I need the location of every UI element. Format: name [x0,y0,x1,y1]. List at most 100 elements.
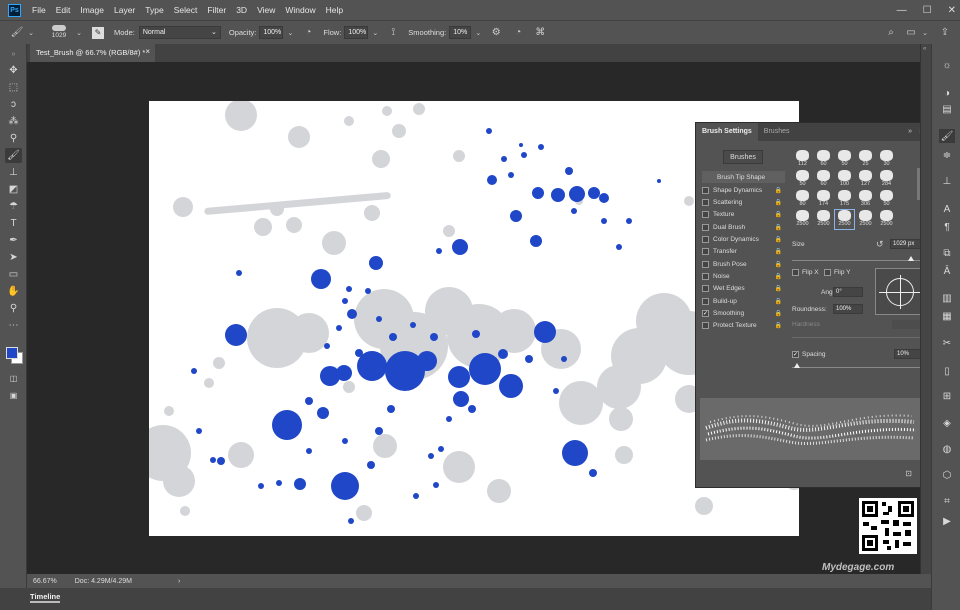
brush-settings-panel-icon[interactable]: 🖌 [939,129,955,143]
checkbox[interactable] [702,235,709,243]
panel-expand-icon[interactable]: « [923,46,926,52]
smoothing-chevron-icon[interactable]: ⌄ [471,26,485,40]
opacity-chevron-icon[interactable]: ⌄ [283,26,297,40]
mode-select[interactable]: Normal ⌄ [138,26,221,39]
close-button[interactable]: ✕ [948,5,956,16]
lock-icon[interactable]: 🔒 [775,236,782,243]
path-selection-tool-icon[interactable]: ➤ [5,250,22,265]
airbrush-icon[interactable]: ⟟ [386,26,400,40]
checkbox[interactable] [702,247,709,255]
document-tab[interactable]: Test_Brush @ 66.7% (RGB/8#) * × [30,44,155,62]
angle-input[interactable]: 0° [833,287,863,297]
clone-source-icon[interactable]: ⊥ [939,174,955,188]
option-brush-tip-shape[interactable]: Brush Tip Shape [702,171,785,183]
option-shape-dynamics[interactable]: Shape Dynamics 🔒 [702,184,785,196]
opacity-input[interactable]: 100% [259,26,284,39]
tab-timeline[interactable]: Timeline [30,592,61,603]
smoothing-input[interactable]: 10% [449,26,472,39]
brush-tip-cell[interactable]: 80 [793,190,812,209]
flip-y-checkbox[interactable] [824,269,831,276]
brush-tip-cell[interactable]: 284 [877,170,896,189]
adjustments-icon[interactable]: ≑ [939,148,955,162]
menu-filter[interactable]: Filter [202,5,231,15]
quick-mask-icon[interactable]: ◫ [5,371,22,386]
character-icon[interactable]: A [939,202,955,216]
menu-select[interactable]: Select [169,5,203,15]
lasso-tool-icon[interactable]: ↄ [5,97,22,112]
smudge-tool-icon[interactable]: ☂ [5,199,22,214]
brush-tip-cell[interactable]: 174 [814,190,833,209]
play-actions-icon[interactable]: ▶ [939,514,955,528]
smoothing-options-gear-icon[interactable]: ⚙ [489,26,503,40]
flip-y-control[interactable]: Flip Y [824,269,851,276]
foreground-color-swatch[interactable] [6,347,18,359]
spacing-control[interactable]: ✓ Spacing [792,351,826,358]
tab-brushes[interactable]: Brushes [758,123,796,141]
minimize-button[interactable]: — [897,5,907,16]
new-brush-icon[interactable]: ⊡ [905,469,912,478]
option-smoothing[interactable]: ✓ Smoothing 🔒 [702,307,785,319]
spacing-slider-track[interactable] [792,367,922,368]
info-icon[interactable]: ▦ [939,309,955,323]
panel-collapse-icon[interactable]: » [908,128,912,135]
swatches-icon[interactable]: ▤ [939,102,955,116]
angle-roundness-widget[interactable] [875,268,924,315]
search-icon[interactable]: ⌕ [884,26,898,40]
lock-icon[interactable]: 🔒 [775,273,782,280]
menu-layer[interactable]: Layer [109,5,140,15]
checkbox[interactable] [702,272,709,280]
checkbox[interactable] [702,284,709,292]
menu-type[interactable]: Type [140,5,168,15]
tab-brush-settings[interactable]: Brush Settings [696,123,758,141]
pressure-opacity-icon[interactable]: ◔ [301,26,315,40]
history-icon[interactable]: ▯ [939,364,955,378]
lock-icon[interactable]: 🔒 [775,187,782,194]
panel-collapse-icon[interactable]: » [5,47,22,62]
zoom-level[interactable]: 66.67% [33,578,57,585]
timeline-icon[interactable]: ⊞ [939,389,955,403]
stamp-tool-icon[interactable]: ⊥ [5,165,22,180]
marquee-tool-icon[interactable]: ⬚ [5,80,22,95]
paragraph-icon[interactable]: ¶ [939,220,955,234]
lock-icon[interactable]: 🔒 [775,298,782,305]
screen-mode-icon[interactable]: ▣ [5,388,22,403]
eraser-tool-icon[interactable]: ◩ [5,182,22,197]
collapsed-panel-strip[interactable]: « [920,44,931,588]
brush-preset-picker[interactable]: 1029 [46,25,72,40]
brush-tip-cell[interactable]: 127 [856,170,875,189]
option-texture[interactable]: Texture 🔒 [702,208,785,220]
checkbox[interactable] [702,198,709,206]
flow-input[interactable]: 100% [344,26,369,39]
maximize-button[interactable]: ☐ [923,5,932,16]
checkbox[interactable] [702,297,709,305]
pressure-size-icon[interactable]: ◔ [511,26,525,40]
option-brush-pose[interactable]: Brush Pose 🔒 [702,258,785,270]
more-tools-icon[interactable]: ⋯ [5,318,22,333]
brush-tip-cell[interactable]: 50 [793,170,812,189]
checkbox[interactable] [702,260,709,268]
brush-tip-cell[interactable]: 175 [835,190,854,209]
hand-tool-icon[interactable]: ✋ [5,284,22,299]
option-build-up[interactable]: Build-up 🔒 [702,295,785,307]
brush-tip-cell[interactable]: 112 [793,150,812,169]
checkbox[interactable] [702,186,709,194]
option-transfer[interactable]: Transfer 🔒 [702,245,785,257]
share-icon[interactable]: ⇪ [938,26,952,40]
brush-settings-toggle-icon[interactable]: ✎ [92,26,104,39]
brush-tip-cell[interactable]: 50 [835,150,854,169]
tool-presets-icon[interactable]: ✂ [939,336,955,350]
character-styles-icon[interactable]: Ā [939,264,955,278]
magic-wand-tool-icon[interactable]: ⁂ [5,114,22,129]
layers-icon[interactable]: ◈ [939,416,955,430]
workspace-chevron-icon[interactable]: ⌄ [918,26,932,40]
brush-tip-cell[interactable]: 2500 [877,210,896,229]
flow-chevron-icon[interactable]: ⌄ [368,26,382,40]
brush-tip-cell[interactable]: 30 [877,150,896,169]
brush-tip-cell[interactable]: 50 [877,190,896,209]
tool-preset-chevron-icon[interactable]: ⌄ [24,26,38,40]
brush-tip-cell[interactable]: 306 [856,190,875,209]
type-tool-icon[interactable]: T [5,216,22,231]
color-icon[interactable]: ◑ [939,86,955,100]
menu-view[interactable]: View [252,5,280,15]
option-dual-brush[interactable]: Dual Brush 🔒 [702,221,785,233]
